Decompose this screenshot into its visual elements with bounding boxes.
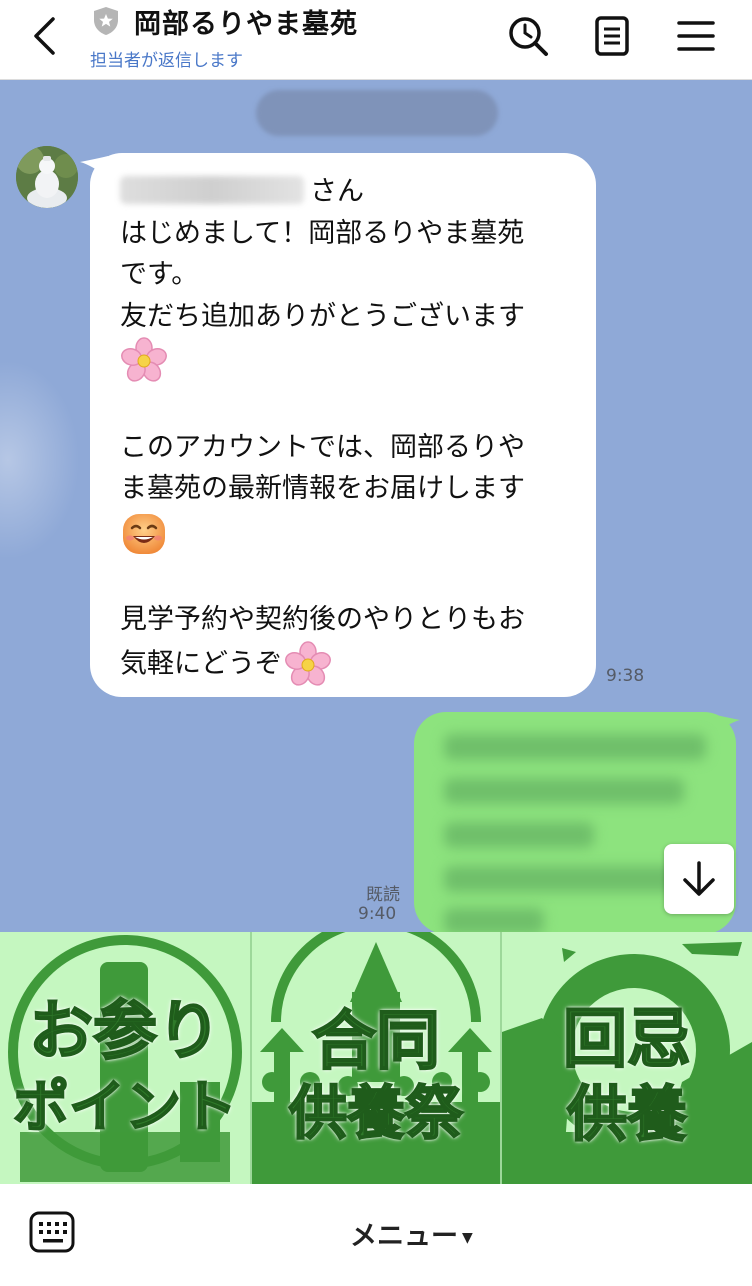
- cherry-blossom-icon: [121, 337, 167, 382]
- account-subtitle: 担当者が返信します: [90, 51, 243, 71]
- menu-button[interactable]: [672, 12, 720, 60]
- date-separator-blurred: [256, 90, 498, 136]
- rich-menu-visit-points[interactable]: お参り ポイント: [0, 932, 250, 1184]
- search-button[interactable]: [504, 12, 552, 60]
- blurred-user-name: [120, 176, 304, 204]
- account-avatar[interactable]: [16, 146, 78, 208]
- scroll-to-bottom-button[interactable]: [664, 844, 734, 914]
- tile-label: ポイント: [12, 1074, 238, 1141]
- page-title: 岡部るりやま墓苑: [134, 9, 358, 40]
- scroll-down-arrow-icon: [683, 861, 715, 896]
- notes-button[interactable]: [588, 12, 636, 60]
- message-line: です。: [120, 259, 199, 290]
- rich-menu: お参り ポイント 合同 供養祭 回忌 供養: [0, 932, 752, 1184]
- tile-label: お参り: [28, 994, 222, 1070]
- rich-menu-toggle[interactable]: メニュー ▼: [350, 1214, 473, 1253]
- cherry-blossom-icon: [285, 640, 331, 686]
- shield-star-icon: [94, 7, 118, 35]
- bottom-bar: メニュー ▼: [0, 1184, 752, 1286]
- tile-label: 供養: [566, 1079, 688, 1151]
- buddha-statue-avatar-icon: [16, 146, 78, 208]
- message-line: 友だち追加ありがとうございます: [120, 300, 525, 332]
- message-timestamp: 9:38: [606, 666, 645, 686]
- message-line: はじめまして！岡部るりやま墓苑: [120, 217, 525, 249]
- keyboard-toggle-button[interactable]: [28, 1210, 76, 1254]
- message-timestamp: 9:40: [358, 904, 397, 924]
- smiling-face-icon: [123, 513, 165, 554]
- message-line: このアカウントでは、岡部るりや: [120, 431, 525, 463]
- read-receipt: 既読: [366, 885, 400, 905]
- hamburger-menu-icon: [677, 21, 715, 51]
- search-icon: [509, 17, 548, 56]
- message-line: ま墓苑の最新情報をお届けします: [120, 473, 525, 504]
- rich-menu-joint-memorial[interactable]: 合同 供養祭: [252, 932, 500, 1184]
- back-chevron-icon: [34, 17, 55, 55]
- background-cloud: [0, 360, 80, 560]
- back-button[interactable]: [22, 14, 66, 58]
- chat-area[interactable]: さん はじめまして！岡部るりやま墓苑 です。 友だち追加ありがとうございます こ…: [0, 80, 752, 932]
- notes-icon: [595, 16, 629, 56]
- tile-label: 供養祭: [288, 1078, 464, 1148]
- message-line: 気軽にどうぞ: [120, 648, 282, 679]
- incoming-message-bubble[interactable]: さん はじめまして！岡部るりやま墓苑 です。 友だち追加ありがとうございます こ…: [90, 153, 596, 697]
- keyboard-icon: [29, 1211, 75, 1253]
- menu-label: メニュー: [350, 1221, 458, 1252]
- menu-arrow-icon: ▼: [462, 1230, 473, 1246]
- rich-menu-anniversary-memorial[interactable]: 回忌 供養: [502, 932, 752, 1184]
- message-line: 見学予約や契約後のやりとりもお: [120, 604, 525, 635]
- chat-header: 岡部るりやま墓苑 担当者が返信します: [0, 0, 752, 80]
- name-suffix: さん: [310, 176, 364, 207]
